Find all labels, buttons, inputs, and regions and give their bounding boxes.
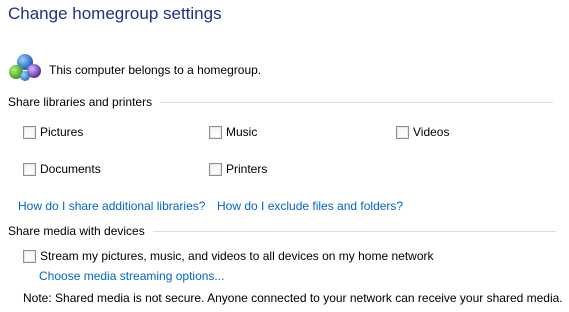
checkbox-printers[interactable]: Printers <box>209 162 267 176</box>
music-label: Music <box>226 125 258 139</box>
checkbox-music[interactable]: Music <box>209 125 257 139</box>
shared-media-note: Note: Shared media is not secure. Anyone… <box>23 291 563 305</box>
checkbox-videos[interactable]: Videos <box>396 125 449 139</box>
homegroup-status-text: This computer belongs to a homegroup. <box>49 63 262 77</box>
share-additional-libraries-link[interactable]: How do I share additional libraries? <box>18 199 205 213</box>
documents-checkbox[interactable] <box>23 162 36 176</box>
media-streaming-options-link[interactable]: Choose media streaming options... <box>39 269 224 283</box>
share-libraries-heading: Share libraries and printers <box>8 95 153 109</box>
section-divider <box>152 230 556 232</box>
pictures-label: Pictures <box>40 125 84 139</box>
printers-checkbox[interactable] <box>209 162 222 176</box>
checkbox-pictures[interactable]: Pictures <box>23 125 83 139</box>
share-libraries-section: Share libraries and printers <box>8 95 554 109</box>
stream-media-label: Stream my pictures, music, and videos to… <box>40 249 434 263</box>
printers-label: Printers <box>226 162 268 176</box>
share-media-heading: Share media with devices <box>8 224 145 238</box>
page-title: Change homegroup settings <box>8 4 222 23</box>
videos-label: Videos <box>413 125 450 139</box>
checkbox-stream-media[interactable]: Stream my pictures, music, and videos to… <box>23 249 434 263</box>
music-checkbox[interactable] <box>209 125 222 139</box>
documents-label: Documents <box>40 162 101 176</box>
share-media-section: Share media with devices <box>8 224 556 238</box>
exclude-files-link[interactable]: How do I exclude files and folders? <box>217 199 403 213</box>
videos-checkbox[interactable] <box>396 125 409 139</box>
stream-media-checkbox[interactable] <box>23 249 36 263</box>
homegroup-icon <box>9 54 41 81</box>
section-divider <box>160 101 554 103</box>
pictures-checkbox[interactable] <box>23 125 36 139</box>
checkbox-documents[interactable]: Documents <box>23 162 101 176</box>
